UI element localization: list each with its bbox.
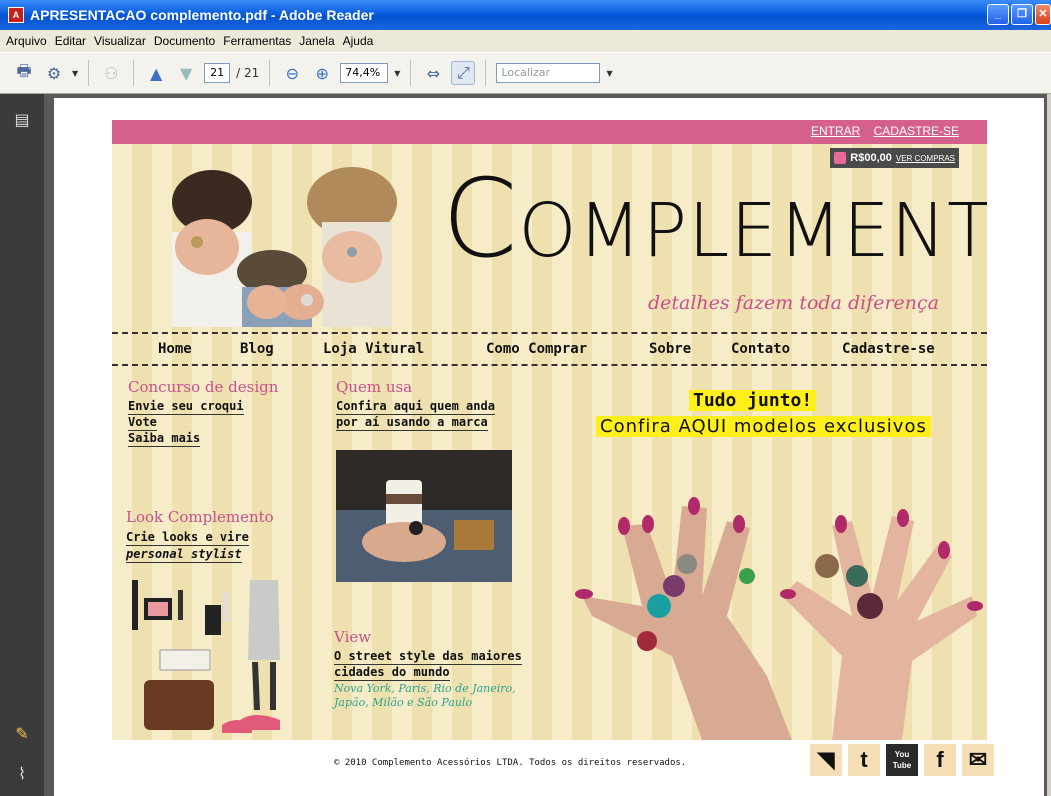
hands-rings-photo [575,497,983,740]
window-title: APRESENTACAO complemento.pdf - Adobe Rea… [30,7,374,23]
pdf-page: ENTRAR CADASTRE-SE R$00,00 VER COMPRAS C… [54,98,1044,796]
twitter-icon[interactable]: t [848,744,880,776]
look-link-line2[interactable]: personal stylist [126,547,242,563]
menu-documento[interactable]: Documento [150,34,219,48]
view-cities-line2: Japão, Milão e São Paulo [334,696,473,709]
menu-ferramentas[interactable]: Ferramentas [219,34,295,48]
search-dropdown-icon[interactable]: ▼ [606,69,612,78]
restore-button[interactable]: ❐ [1011,4,1033,25]
zoom-input[interactable]: 74,4% [340,63,389,83]
look-link-line1[interactable]: Crie looks e vire [126,530,249,546]
view-link-line2[interactable]: cidades do mundo [334,665,450,681]
top-bar: ENTRAR CADASTRE-SE [112,120,987,144]
footer-copyright: © 2010 Complemento Acessórios LTDA. Todo… [334,758,687,768]
zoom-in-icon[interactable]: ⊕ [310,61,334,85]
print-icon[interactable]: 🖶 [12,61,36,85]
menu-ajuda[interactable]: Ajuda [339,34,378,48]
menu-arquivo[interactable]: Arquivo [2,34,51,48]
next-page-icon[interactable]: ▼ [174,61,198,85]
quem-usa-title: Quem usa [336,378,413,396]
concurso-title: Concurso de design [128,378,279,396]
menu-visualizar[interactable]: Visualizar [90,34,150,48]
scrollbar[interactable] [1047,94,1051,796]
view-title: View [334,628,372,646]
share-icon[interactable]: ⚙ [42,61,66,85]
page-total: / 21 [236,66,260,80]
pdf-icon: A [8,7,24,23]
toolbar-separator [410,60,412,86]
nav-loja[interactable]: Loja Vitural [323,341,424,357]
window-controls: _ ❐ ✕ [987,4,1051,25]
attachments-icon[interactable]: ⌇ [12,764,32,784]
fit-page-icon[interactable]: ⤢ [451,61,476,85]
zoom-dropdown-icon[interactable]: ▼ [394,69,400,78]
nav-sobre[interactable]: Sobre [649,341,691,357]
email-icon[interactable]: ✉ [962,744,994,776]
concurso-link-croqui[interactable]: Envie seu croqui [128,399,244,415]
minimize-button[interactable]: _ [987,4,1009,25]
toolbar-separator [88,60,90,86]
youtube-icon[interactable]: You Tube [886,744,918,776]
website-mockup: ENTRAR CADASTRE-SE R$00,00 VER COMPRAS C… [112,120,987,740]
nav-blog[interactable]: Blog [240,341,274,357]
nav-como-comprar[interactable]: Como Comprar [486,341,587,357]
social-icons: ◥ t You Tube f ✉ [810,744,994,776]
menu-bar: Arquivo Editar Visualizar Documento Ferr… [0,30,1051,52]
quem-usa-link-line2[interactable]: por aí usando a marca [336,415,488,431]
zoom-out-icon[interactable]: ⊖ [280,61,304,85]
view-cities-line1: Nova York, Paris, Rio de Janeiro, [334,682,516,695]
menu-editar[interactable]: Editar [51,34,90,48]
fit-width-icon[interactable]: ⇔ [421,61,445,85]
collaborate-icon[interactable]: ⚇ [99,61,123,85]
close-button[interactable]: ✕ [1035,4,1051,25]
login-link[interactable]: ENTRAR [811,124,860,138]
pages-icon[interactable]: ▤ [12,110,32,130]
rss-icon[interactable]: ◥ [810,744,842,776]
main-nav: Home Blog Loja Vitural Como Comprar Sobr… [112,332,987,366]
previous-page-icon[interactable]: ▲ [144,61,168,85]
concurso-link-vote[interactable]: Vote [128,415,157,431]
toolbar-separator [485,60,487,86]
menu-janela[interactable]: Janela [295,34,338,48]
site-logo: COMPLEMENTO [442,157,987,282]
quem-usa-link-line1[interactable]: Confira aqui quem anda [336,399,495,415]
nav-cadastre-se[interactable]: Cadastre-se [842,341,935,357]
document-viewer[interactable]: ENTRAR CADASTRE-SE R$00,00 VER COMPRAS C… [44,94,1051,796]
concurso-link-saiba[interactable]: Saiba mais [128,431,201,447]
look-collage-image [132,580,280,733]
comments-icon[interactable]: ✎ [12,724,32,744]
toolbar: 🖶 ⚙ ▼ ⚇ ▲ ▼ 21 / 21 ⊖ ⊕ 74,4% ▼ ⇔ ⤢ Local… [0,52,1051,94]
tagline: detalhes fazem toda diferença [647,292,939,314]
logo-initial: C [442,157,519,282]
hero-photo [172,167,397,327]
page-number-input[interactable]: 21 [204,63,231,83]
nav-home[interactable]: Home [158,341,192,357]
signup-link[interactable]: CADASTRE-SE [874,124,959,138]
navigation-pane: ▤ ✎ ⌇ [0,94,44,796]
search-input[interactable]: Localizar [496,63,601,83]
promo-title[interactable]: Tudo junto! [689,390,817,411]
toolbar-separator [269,60,271,86]
toolbar-separator [133,60,135,86]
nav-contato[interactable]: Contato [731,341,790,357]
view-link-line1[interactable]: O street style das maiores [334,649,522,665]
look-title: Look Complemento [126,508,274,526]
title-bar: A APRESENTACAO complemento.pdf - Adobe R… [0,0,1051,30]
share-dropdown-icon[interactable]: ▼ [72,69,78,78]
facebook-icon[interactable]: f [924,744,956,776]
promo-subtitle[interactable]: Confira AQUI modelos exclusivos [596,416,931,437]
quem-usa-photo [336,450,512,582]
logo-rest: OMPLEMENTO [518,188,987,274]
